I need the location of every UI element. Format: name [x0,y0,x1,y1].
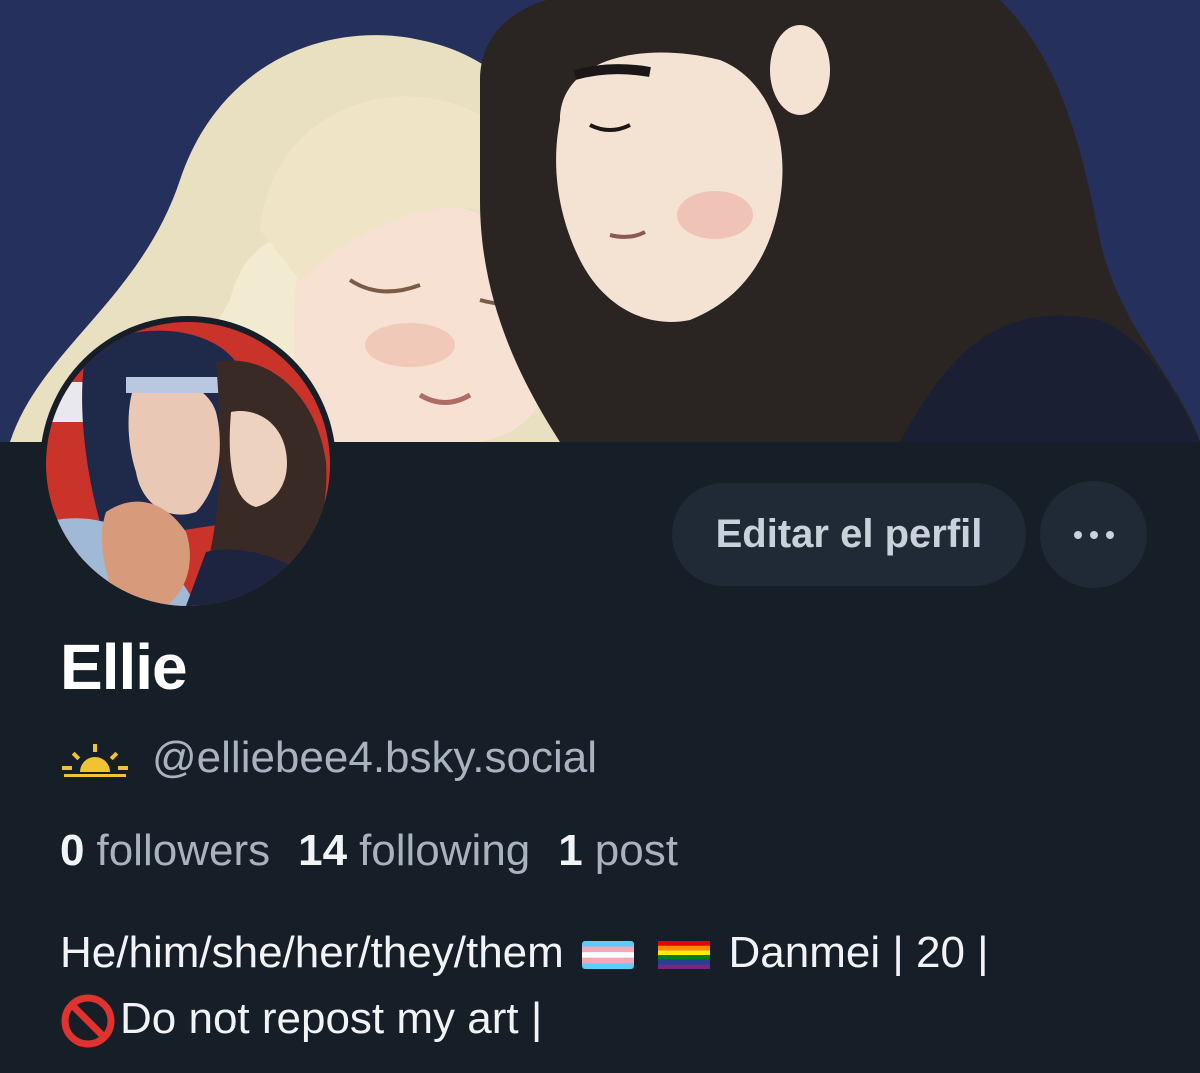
bio-details: Danmei | 20 | [728,928,989,977]
sunrise-icon [62,744,128,777]
transgender-flag-icon [582,941,635,970]
followers-stat[interactable]: 0 followers [60,826,270,876]
posts-label: post [594,826,678,875]
handle-row: @elliebee4.bsky.social [60,730,597,786]
bio-notice: Do not repost my art | [120,994,543,1043]
posts-count: 1 [558,826,583,875]
prohibited-icon [61,994,115,1048]
handle[interactable]: @elliebee4.bsky.social [152,733,597,783]
display-name: Ellie [60,631,188,703]
following-label: following [359,826,531,875]
avatar[interactable] [40,316,336,612]
profile-bio: He/him/she/her/they/them Danmei | 20 | D… [60,920,1160,1052]
avatar-illustration [46,322,330,606]
edit-profile-button[interactable]: Editar el perfil [672,483,1026,586]
ellipsis-icon [1070,527,1118,542]
following-stat[interactable]: 14 following [298,826,530,876]
followers-label: followers [96,826,271,875]
followers-count: 0 [60,826,85,875]
posts-stat: 1 post [558,826,678,876]
profile-stats: 0 followers 14 following 1 post [60,826,706,876]
bio-pronouns: He/him/she/her/they/them [60,928,564,977]
following-count: 14 [298,826,348,875]
rainbow-flag-icon [658,941,711,970]
more-options-button[interactable] [1040,481,1147,588]
